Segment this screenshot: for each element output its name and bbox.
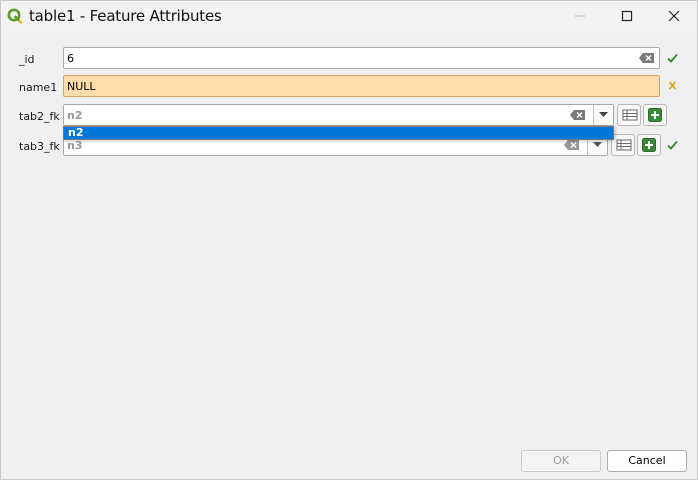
id-field[interactable]: 6: [63, 47, 660, 69]
tab3-fk-label: tab3_fk: [19, 140, 60, 153]
cancel-button[interactable]: Cancel: [607, 450, 687, 472]
add-icon: [648, 108, 662, 122]
feature-attributes-dialog: table1 - Feature Attributes _id 6 name1: [0, 0, 698, 480]
tab2-fk-add-feature-button[interactable]: [643, 104, 667, 126]
ok-button[interactable]: OK: [521, 450, 601, 472]
tab2-fk-label: tab2_fk: [19, 110, 60, 123]
tab2-fk-placeholder: n2: [67, 109, 83, 122]
chevron-down-icon: [599, 112, 608, 117]
clear-value-icon[interactable]: [564, 139, 580, 151]
window-title: table1 - Feature Attributes: [29, 7, 222, 25]
check-icon: [667, 53, 678, 63]
maximize-icon: [621, 10, 633, 22]
close-icon: [668, 10, 680, 22]
id-value: 6: [67, 52, 74, 65]
dropdown-item-n2[interactable]: n2: [64, 127, 613, 139]
close-button[interactable]: [651, 1, 697, 31]
tab2-fk-dropdown-button[interactable]: [593, 105, 613, 125]
maximize-button[interactable]: [604, 1, 650, 31]
minimize-button[interactable]: [557, 1, 603, 31]
name1-field[interactable]: NULL: [63, 75, 660, 97]
name1-value: NULL: [67, 80, 96, 93]
minimize-icon: [575, 15, 585, 17]
title-bar[interactable]: table1 - Feature Attributes: [1, 1, 697, 31]
clear-value-icon[interactable]: [639, 52, 655, 64]
qgis-logo-icon: [7, 8, 23, 24]
chevron-down-icon: [593, 142, 602, 147]
add-icon: [642, 138, 656, 152]
check-icon: [667, 140, 678, 150]
id-label: _id: [19, 53, 35, 66]
attribute-table-icon: [616, 139, 632, 151]
tab3-fk-add-feature-button[interactable]: [637, 134, 661, 156]
tab2-fk-open-form-button[interactable]: [617, 104, 641, 126]
name1-label: name1: [19, 81, 58, 94]
attribute-table-icon: [622, 109, 638, 121]
clear-value-icon[interactable]: [570, 109, 586, 121]
invalid-cross-icon: [668, 81, 677, 90]
tab2-fk-combobox[interactable]: n2: [63, 104, 614, 126]
tab2-fk-dropdown-list: n2: [63, 126, 614, 140]
tab3-fk-placeholder: n3: [67, 139, 83, 152]
tab3-fk-open-form-button[interactable]: [611, 134, 635, 156]
